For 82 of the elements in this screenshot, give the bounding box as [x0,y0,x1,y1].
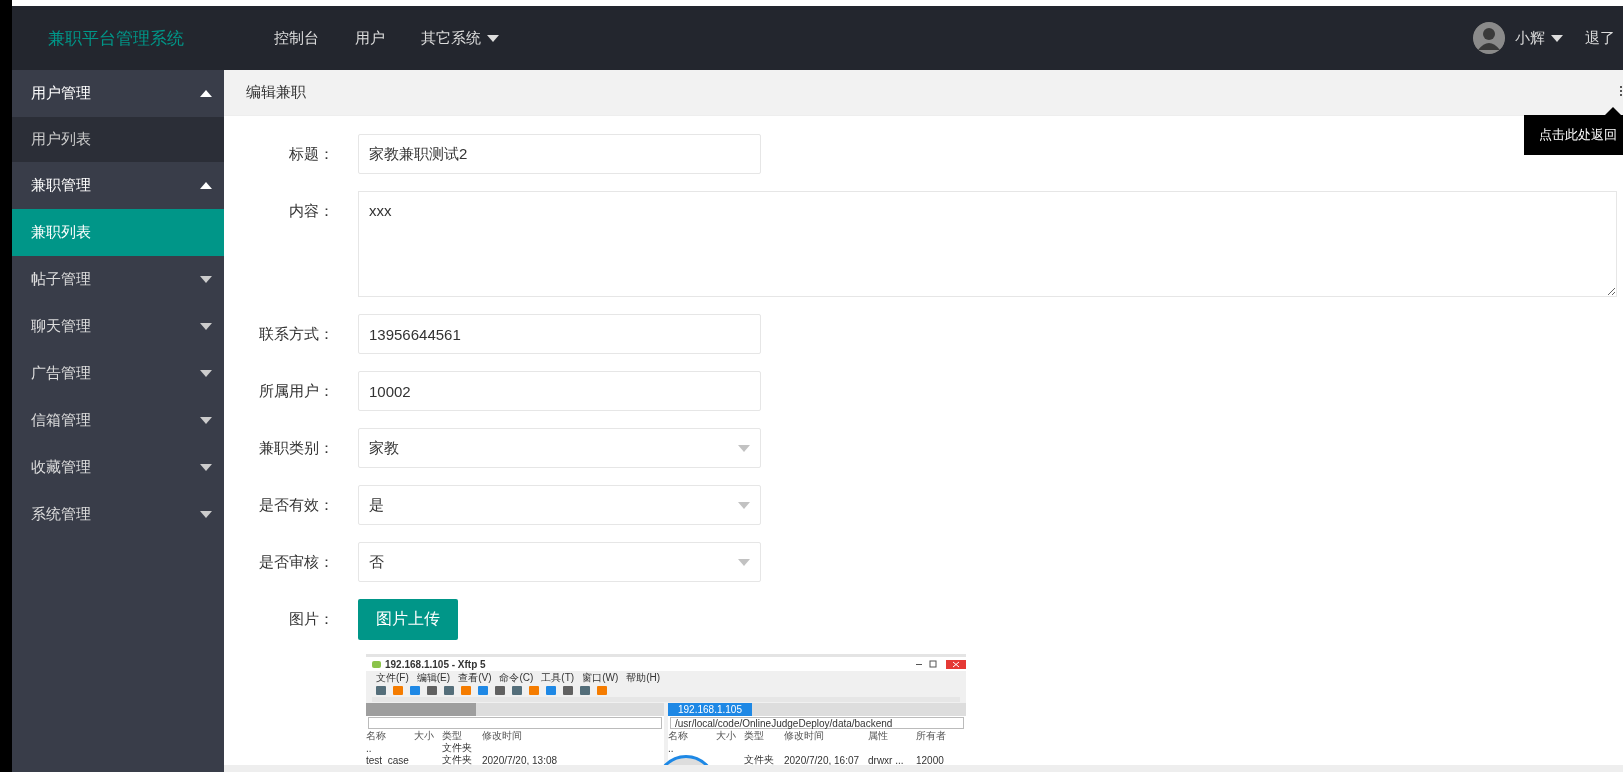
column-header: 类型 [442,729,463,742]
column-header: 名称 [668,729,689,743]
caret-icon [200,276,212,283]
menu-item[interactable]: 窗口(W) [582,670,619,685]
nav-link[interactable]: 用户 [337,6,403,70]
tooltip: 点击此处返回 [1524,107,1623,155]
field-label: 所属用户： [258,381,334,401]
session-tab[interactable]: 192.168.1.105 [668,703,752,716]
column-header: 属性 [868,729,889,743]
caret-icon [200,323,212,330]
sidebar-group[interactable]: 系统管理 [12,491,224,538]
column-header: 修改时间 [784,729,825,743]
column-header: 修改时间 [482,729,523,743]
caret-icon [738,558,750,566]
select-field[interactable]: 是 [358,485,761,525]
file-cell-text: 2020/7/20, 16:07 [784,754,861,765]
menu-item[interactable]: 文件(F) [376,670,409,685]
file-cell-text: 12000 [916,754,945,765]
caret-icon [200,90,212,97]
nav-link[interactable]: 控制台 [256,6,337,70]
caret-icon [200,511,212,518]
caret-icon [738,444,750,452]
file-cell-text: 文件夹 [442,741,473,754]
field-label: 内容： [288,201,334,221]
sidebar-group[interactable]: 兼职管理 [12,162,224,209]
caret-icon [200,370,212,377]
upload-button[interactable]: 图片上传 [358,599,458,640]
path-field[interactable] [368,717,662,729]
app-icon [372,660,381,668]
field-label: 联系方式： [258,324,334,344]
sidebar-group[interactable]: 广告管理 [12,350,224,397]
menu-item[interactable]: 帮助(H) [626,670,661,685]
sidebar-group[interactable]: 聊天管理 [12,303,224,350]
caret-icon [1551,34,1563,42]
caret-icon [200,417,212,424]
sidebar-group[interactable]: 信箱管理 [12,397,224,444]
select-field[interactable]: 家教 [358,428,761,468]
menu-item[interactable]: 工具(T) [541,670,575,685]
caret-icon [200,464,212,471]
file-cell-text: 文件夹 [442,753,473,765]
session-tab[interactable] [366,703,476,716]
column-header: 所有者 [916,729,947,743]
address-field[interactable] [372,697,960,702]
textarea-field[interactable]: xxx [358,191,1617,297]
menu-item[interactable]: 编辑(E) [416,670,451,685]
field-label: 是否有效： [258,495,334,515]
user-menu[interactable]: 小辉 [1515,28,1563,48]
input-field[interactable]: 家教兼职测试2 [358,134,761,174]
window-title: 192.168.1.105 - Xftp 5 [385,658,486,670]
avatar[interactable] [1473,22,1505,54]
field-label: 标题： [288,144,334,164]
sidebar-group[interactable]: 帖子管理 [12,256,224,303]
field-label: 图片： [288,609,334,629]
column-header: 名称 [366,729,387,743]
field-label: 兼职类别： [258,438,334,458]
menu-item[interactable]: 命令(C) [499,670,534,685]
sidebar-item[interactable]: 兼职列表 [12,209,224,256]
sidebar-group[interactable]: 收藏管理 [12,444,224,491]
path-field[interactable]: /usr/local/code/OnlineJudgeDeploy/data/backend [670,717,964,729]
brand-title: 兼职平台管理系统 [48,27,185,50]
file-cell-text: 文件夹 [744,753,775,765]
nav-link[interactable]: 其它系统 [403,6,517,70]
input-field[interactable]: 10002 [358,371,761,411]
file-cell-text: .. [668,742,675,754]
file-cell-text: test_case [366,754,410,765]
logout-link[interactable]: 退了 [1585,28,1615,48]
select-field[interactable]: 否 [358,542,761,582]
panel-title: 编辑兼职 [246,83,306,102]
field-label: 是否审核： [258,552,334,572]
menu-item[interactable]: 查看(V) [458,670,492,685]
column-header: 大小 [414,729,435,743]
file-cell-text: .. [366,742,373,754]
caret-icon [487,34,499,42]
input-field[interactable]: 13956644561 [358,314,761,354]
sidebar-item[interactable]: 用户列表 [12,117,224,162]
caret-icon [200,182,212,189]
column-header: 大小 [716,729,737,743]
column-header: 类型 [744,729,765,743]
file-cell-text: 2020/7/20, 13:08 [482,754,559,765]
sidebar-group[interactable]: 用户管理 [12,70,224,117]
file-cell-text: drwxr ... [868,754,905,765]
caret-icon [738,501,750,509]
